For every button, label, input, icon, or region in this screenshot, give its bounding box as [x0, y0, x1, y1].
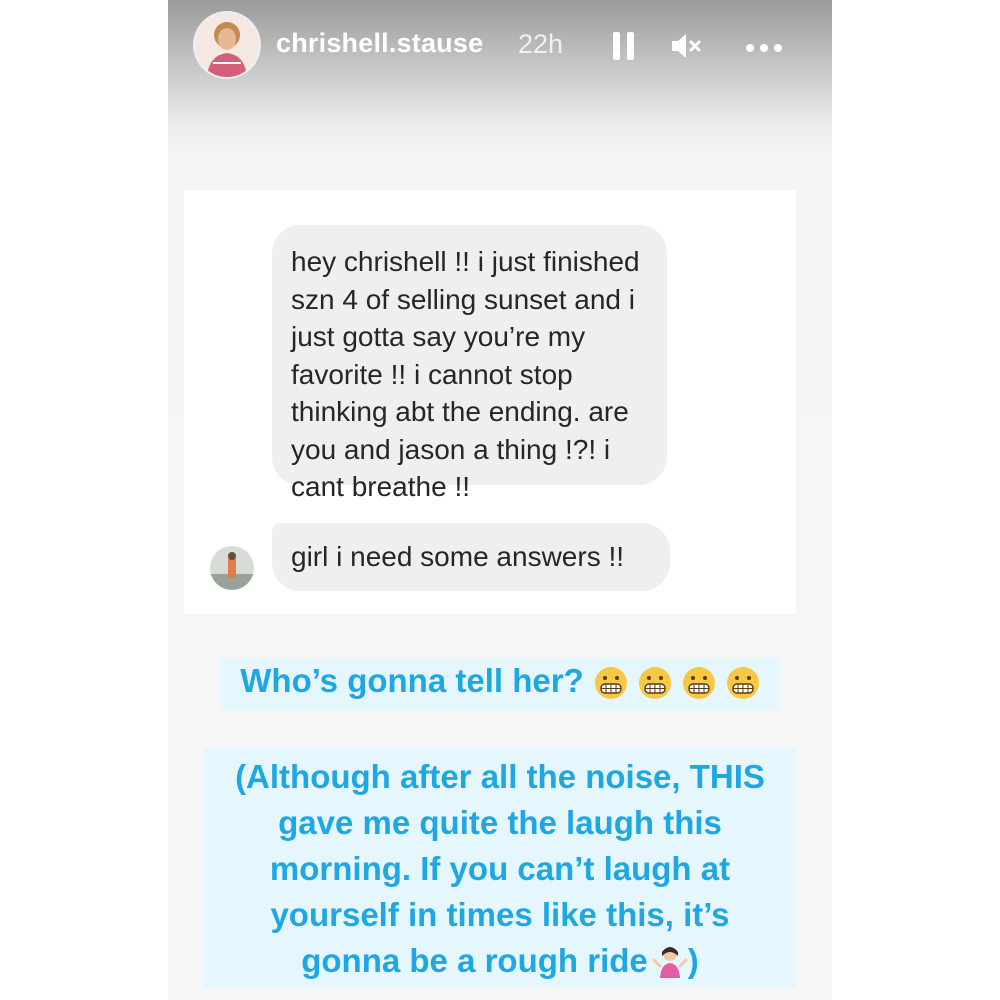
message-bubble: hey chrishell !! i just finished szn 4 o… — [272, 225, 667, 502]
grimacing-face-icon — [638, 667, 671, 700]
caption-text-end: ) — [687, 942, 699, 979]
mute-icon[interactable] — [668, 28, 704, 64]
message-line: hey chrishell !! i just finished — [291, 246, 640, 277]
dm-screenshot: hey chrishell !! i just finished szn 4 o… — [184, 190, 796, 614]
caption-line: (Although after all the noise, THIS — [235, 758, 765, 795]
caption-line: gave me quite the laugh this — [278, 804, 722, 841]
caption-text: Who’s gonna tell her? — [240, 662, 584, 699]
story-caption: Who’s gonna tell her? — [220, 658, 780, 710]
caption-line: morning. If you can’t laugh at — [269, 850, 731, 887]
story-caption: (Although after all the noise, THIS gave… — [204, 748, 796, 988]
woman-shrugging-icon — [652, 947, 688, 978]
left-margin — [0, 0, 168, 1000]
caption-line: yourself in times like this, it’s — [270, 896, 730, 933]
story-viewer[interactable]: chrishell.stause 22h hey chrishell !! i … — [168, 0, 832, 1000]
sender-avatar — [210, 546, 254, 590]
message-bubble: girl i need some answers !! — [272, 523, 670, 591]
message-line: you and jason a thing !?! i — [291, 433, 611, 465]
story-timestamp: 22h — [518, 29, 564, 59]
message-line: thinking abt the ending. are — [291, 396, 629, 427]
message-line: favorite !! i cannot stop — [291, 358, 573, 390]
grimacing-face-icon — [594, 667, 627, 700]
profile-avatar[interactable] — [195, 13, 259, 77]
message-line: cant breathe !! — [291, 471, 471, 502]
grimacing-emoji-group — [584, 660, 760, 706]
message-line: just gotta say you’re my — [291, 321, 586, 352]
caption-text: gonna be a rough ride — [301, 942, 648, 979]
more-icon[interactable] — [742, 30, 786, 66]
grimacing-face-icon — [726, 667, 759, 700]
message-line: szn 4 of selling sunset and i — [291, 283, 635, 315]
pause-icon[interactable] — [606, 28, 642, 64]
story-header: chrishell.stause 22h — [168, 0, 832, 96]
right-margin — [832, 0, 1000, 1000]
grimacing-face-icon — [682, 667, 715, 700]
story-username[interactable]: chrishell.stause — [276, 28, 483, 59]
caption-line-last: gonna be a rough ride) — [204, 938, 796, 984]
